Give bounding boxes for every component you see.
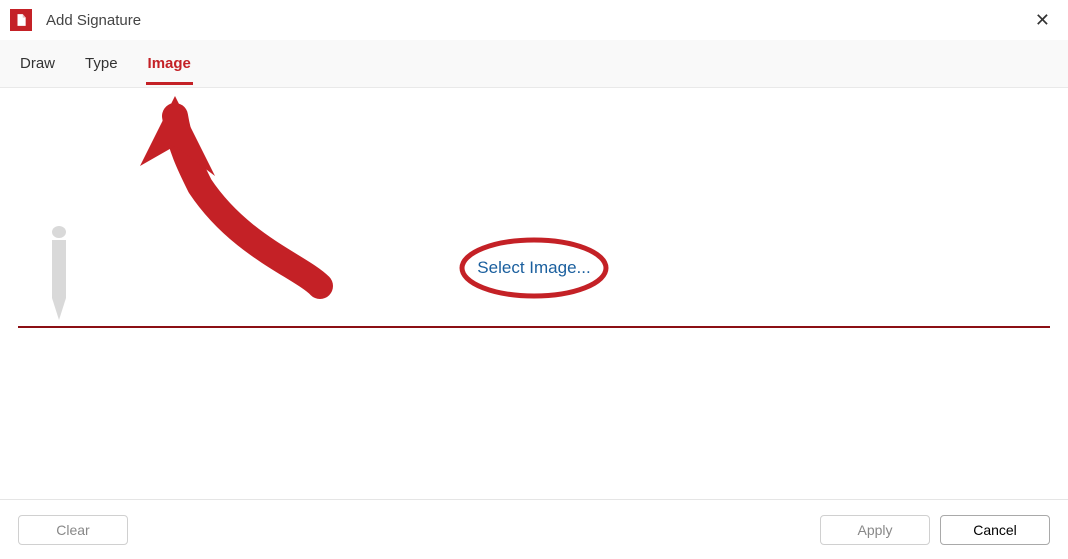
select-image-link[interactable]: Select Image... xyxy=(477,258,590,278)
cancel-button[interactable]: Cancel xyxy=(940,515,1050,545)
tab-draw[interactable]: Draw xyxy=(18,43,57,85)
window-title: Add Signature xyxy=(46,12,141,29)
clear-button[interactable]: Clear xyxy=(18,515,128,545)
pencil-icon xyxy=(46,226,72,322)
titlebar: Add Signature ✕ xyxy=(0,0,1068,40)
annotation-arrow xyxy=(120,96,350,306)
content-area: Select Image... xyxy=(0,88,1068,499)
signature-baseline xyxy=(18,326,1050,328)
close-icon[interactable]: ✕ xyxy=(1031,7,1054,33)
app-icon xyxy=(10,9,32,31)
apply-button[interactable]: Apply xyxy=(820,515,930,545)
tab-image[interactable]: Image xyxy=(146,43,193,85)
tab-type[interactable]: Type xyxy=(83,43,120,85)
pdf-app-icon xyxy=(14,13,28,27)
tabbar: Draw Type Image xyxy=(0,40,1068,88)
footer: Clear Apply Cancel xyxy=(0,499,1068,559)
